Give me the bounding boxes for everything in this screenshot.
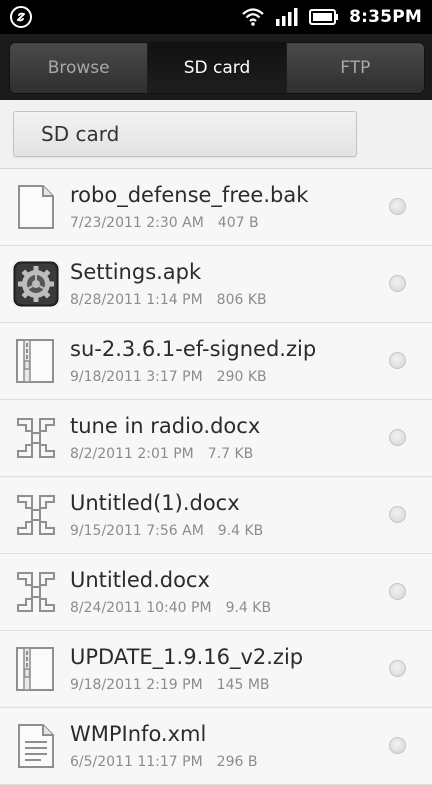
select-radio[interactable] [389,660,406,677]
file-meta: 9/15/2011 7:56 AM 9.4 KB [70,523,263,539]
file-row[interactable]: Settings.apk 8/28/2011 1:14 PM 806 KB [0,246,432,323]
file-date: 7/23/2011 2:30 AM [70,215,204,231]
file-name: Settings.apk [70,260,202,284]
file-size: 806 KB [216,292,267,308]
select-radio[interactable] [389,352,406,369]
file-meta: 9/18/2011 2:19 PM 145 MB [70,677,270,693]
link-icon [10,6,32,28]
file-row[interactable]: robo_defense_free.bak 7/23/2011 2:30 AM 4… [0,169,432,246]
file-row[interactable]: su-2.3.6.1-ef-signed.zip 9/18/2011 3:17 … [0,323,432,400]
battery-icon [309,9,339,25]
file-icon [18,185,54,229]
tab-browse[interactable]: Browse [10,43,149,93]
select-radio[interactable] [389,583,406,600]
settings-gear-icon [13,261,59,307]
tab-ftp[interactable]: FTP [287,43,424,93]
file-row[interactable]: WMPInfo.xml 6/5/2011 11:17 PM 296 B [0,708,432,785]
file-date: 9/18/2011 3:17 PM [70,369,203,385]
file-name: su-2.3.6.1-ef-signed.zip [70,337,317,361]
tab-sd-card[interactable]: SD card [148,43,287,93]
docx-icon [17,495,55,535]
file-meta: 8/28/2011 1:14 PM 806 KB [70,292,267,308]
file-date: 8/2/2011 2:01 PM [70,446,194,462]
file-name: tune in radio.docx [70,414,261,438]
file-meta: 9/18/2011 3:17 PM 290 KB [70,369,267,385]
text-document-icon [18,724,54,768]
file-name: UPDATE_1.9.16_v2.zip [70,645,304,669]
file-name: robo_defense_free.bak [70,183,309,207]
select-radio[interactable] [389,737,406,754]
select-radio[interactable] [389,506,406,523]
tab-group: Browse SD card FTP [9,42,425,94]
select-radio[interactable] [389,198,406,215]
path-button[interactable]: SD card [13,111,357,157]
select-radio[interactable] [389,429,406,446]
file-meta: 8/24/2011 10:40 PM 9.4 KB [70,600,271,616]
file-name: Untitled.docx [70,568,210,592]
tab-bar: Browse SD card FTP [0,34,432,100]
file-meta: 7/23/2011 2:30 AM 407 B [70,215,259,231]
file-date: 8/28/2011 1:14 PM [70,292,203,308]
file-date: 9/18/2011 2:19 PM [70,677,203,693]
signal-icon [276,8,298,26]
file-row[interactable]: Untitled.docx 8/24/2011 10:40 PM 9.4 KB [0,554,432,631]
select-radio[interactable] [389,275,406,292]
status-bar: 8:35PM [0,0,432,34]
file-size: 7.7 KB [207,446,254,462]
docx-icon [17,572,55,612]
file-name: WMPInfo.xml [70,722,207,746]
file-size: 145 MB [216,677,270,693]
file-size: 9.4 KB [217,523,264,539]
zip-icon [16,339,54,383]
file-row[interactable]: tune in radio.docx 8/2/2011 2:01 PM 7.7 K… [0,400,432,477]
file-date: 9/15/2011 7:56 AM [70,523,204,539]
status-time: 8:35PM [349,7,422,27]
zip-icon [16,647,54,691]
file-row[interactable]: UPDATE_1.9.16_v2.zip 9/18/2011 2:19 PM 14… [0,631,432,708]
file-size: 9.4 KB [225,600,272,616]
file-date: 8/24/2011 10:40 PM [70,600,212,616]
docx-icon [17,418,55,458]
file-row[interactable]: Untitled(1).docx 9/15/2011 7:56 AM 9.4 KB [0,477,432,554]
wifi-icon [242,8,264,26]
file-size: 290 KB [216,369,267,385]
file-meta: 8/2/2011 2:01 PM 7.7 KB [70,446,253,462]
path-bar: SD card [0,100,432,169]
file-size: 407 B [217,215,259,231]
file-name: Untitled(1).docx [70,491,240,515]
file-list: robo_defense_free.bak 7/23/2011 2:30 AM 4… [0,169,432,785]
